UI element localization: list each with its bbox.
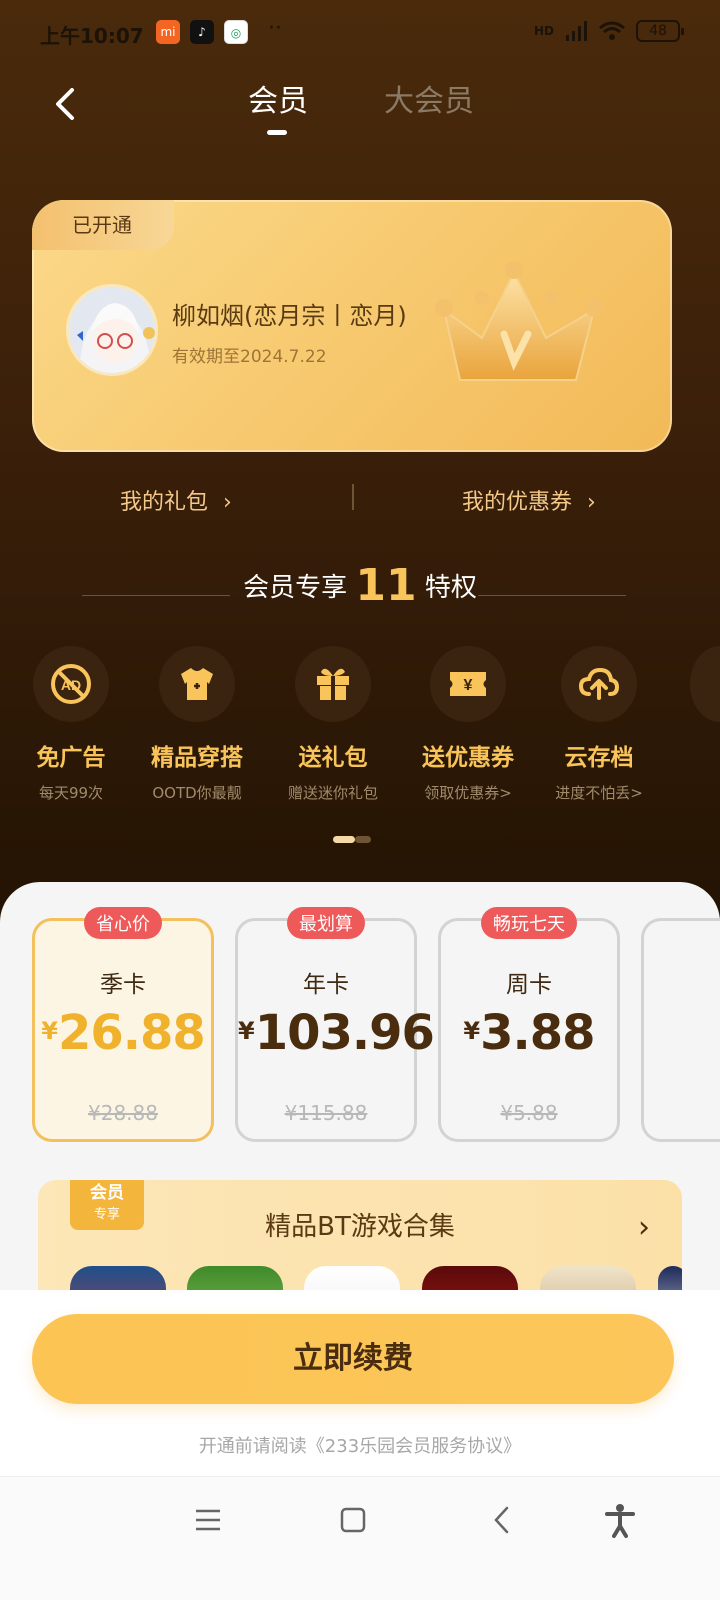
accessibility-icon <box>605 1504 635 1538</box>
carousel-indicator <box>333 836 371 843</box>
battery-icon: 48 <box>636 20 684 42</box>
privilege-icon-wrap: AD <box>33 646 109 722</box>
tab-big-member[interactable]: 大会员 <box>384 76 474 120</box>
home-icon <box>340 1507 366 1533</box>
plan-quarterly[interactable]: 省心价 季卡 ¥26.88 ¥28.88 <box>32 907 214 1142</box>
my-gift-label: 我的礼包 <box>120 490 209 515</box>
avatar-image <box>69 287 155 373</box>
plan-price: ¥26.88 <box>35 1005 211 1061</box>
privilege-title: 送优惠券 <box>422 745 514 771</box>
plan-amount: 3.88 <box>480 1005 595 1061</box>
plan-currency: ¥ <box>41 1017 58 1045</box>
plan-amount: 103.96 <box>254 1005 435 1061</box>
privilege-sub: OOTD你最靓 <box>152 784 242 802</box>
svg-text:¥: ¥ <box>464 677 473 694</box>
opened-badge: 已开通 <box>32 200 174 250</box>
outfit-icon <box>181 668 213 700</box>
privilege-sub: 领取优惠券> <box>424 784 512 802</box>
plan-original-price: ¥115.88 <box>284 1101 368 1125</box>
menu-button[interactable] <box>188 1500 228 1540</box>
no-ads-icon: AD <box>51 664 91 704</box>
home-button[interactable] <box>333 1500 373 1540</box>
mi-icon: mi <box>156 20 180 44</box>
accessibility-button[interactable] <box>600 1500 640 1540</box>
wifi-icon <box>599 21 625 40</box>
status-time: 上午10:07 <box>40 24 144 48</box>
plan-name: 周卡 <box>506 972 552 998</box>
privilege-coupon[interactable]: ¥ 送优惠券 领取优惠券> <box>398 646 538 803</box>
plan-next-partial[interactable] <box>641 918 720 1142</box>
plan-badge: 省心价 <box>84 907 162 939</box>
heading-pre: 会员专享 <box>243 573 348 603</box>
cloud-save-icon <box>578 667 620 700</box>
chevron-right-icon: › <box>587 490 596 515</box>
privilege-title: 送礼包 <box>298 745 368 771</box>
status-bar: 上午10:07 mi ♪ ◎ ·· HD 48 <box>0 0 720 70</box>
privileges-heading: 会员专享 11 特权 <box>0 560 720 611</box>
my-coupon-link[interactable]: 我的优惠券 › <box>462 484 596 516</box>
gift-icon <box>317 668 349 700</box>
plan-price: ¥103.96 <box>238 1005 435 1061</box>
privilege-no-ads[interactable]: AD 免广告 每天99次 <box>1 646 141 803</box>
system-back-button[interactable] <box>482 1500 522 1540</box>
back-icon <box>494 1506 509 1534</box>
chevron-right-icon: › <box>223 490 232 515</box>
link-divider <box>352 484 354 510</box>
privilege-outfit[interactable]: 精品穿搭 OOTD你最靓 <box>127 646 267 803</box>
plan-currency: ¥ <box>463 1017 481 1045</box>
tiktok-icon: ♪ <box>190 20 214 44</box>
bt-banner-title: 精品BT游戏合集 <box>265 1212 455 1242</box>
plan-currency: ¥ <box>238 1017 255 1045</box>
user-name: 柳如烟(恋月宗丨恋月) <box>172 302 407 330</box>
privilege-icon-wrap: ¥ <box>430 646 506 722</box>
my-coupon-label: 我的优惠券 <box>462 490 573 515</box>
plan-amount: 26.88 <box>57 1005 206 1061</box>
privilege-sub: 进度不怕丢> <box>555 784 643 802</box>
privilege-icon-wrap <box>159 646 235 722</box>
privilege-icon-wrap <box>295 646 371 722</box>
privilege-sub: 赠送迷你礼包 <box>287 784 378 802</box>
menu-icon <box>196 1509 220 1531</box>
chevron-left-icon <box>56 88 74 120</box>
privilege-title: 免广告 <box>36 745 106 771</box>
coupon-icon: ¥ <box>450 672 486 696</box>
plan-original-price: ¥28.88 <box>88 1101 158 1125</box>
carousel-dot-active <box>333 836 355 843</box>
heading-post: 特权 <box>424 573 477 603</box>
member-card[interactable]: 已开通 柳如烟(恋月宗丨恋月) 有效期至2024.7.22 <box>32 200 672 452</box>
carousel-dot <box>355 836 371 843</box>
agreement-link[interactable]: 开通前请阅读《233乐园会员服务协议》 <box>0 1432 720 1458</box>
privilege-title: 精品穿搭 <box>151 745 243 771</box>
more-notifications-icon: ·· <box>268 16 282 41</box>
network-label: HD <box>533 24 554 38</box>
renew-button[interactable]: 立即续费 <box>32 1314 674 1404</box>
plan-price: ¥3.88 <box>441 1005 617 1061</box>
privilege-sub: 每天99次 <box>38 784 104 802</box>
plan-badge: 最划算 <box>287 907 365 939</box>
china-mobile-icon: ◎ <box>224 20 248 44</box>
plan-name: 年卡 <box>303 972 349 998</box>
tab-member[interactable]: 会员 <box>248 76 308 120</box>
avatar[interactable] <box>66 284 158 376</box>
plan-weekly[interactable]: 畅玩七天 周卡 ¥3.88 ¥5.88 <box>438 907 620 1142</box>
crown-icon <box>435 261 603 381</box>
signal-icon <box>566 21 587 41</box>
privilege-gift[interactable]: 送礼包 赠送迷你礼包 <box>263 646 403 803</box>
plan-name: 季卡 <box>100 972 146 998</box>
plan-yearly[interactable]: 最划算 年卡 ¥103.96 ¥115.88 <box>235 907 435 1142</box>
tag-top: 会员 <box>90 1183 124 1203</box>
my-gift-link[interactable]: 我的礼包 › <box>120 484 232 516</box>
back-button[interactable] <box>46 84 86 124</box>
plan-badge: 畅玩七天 <box>481 907 577 939</box>
expiry-date: 有效期至2024.7.22 <box>172 347 327 367</box>
chevron-right-icon: › <box>638 1210 650 1245</box>
privilege-title: 云存档 <box>564 745 634 771</box>
privilege-icon-wrap <box>561 646 637 722</box>
privilege-count: 11 <box>355 560 417 611</box>
tab-indicator <box>267 130 287 135</box>
privilege-cloud-save[interactable]: 云存档 进度不怕丢> <box>529 646 669 803</box>
plan-original-price: ¥5.88 <box>500 1101 558 1125</box>
